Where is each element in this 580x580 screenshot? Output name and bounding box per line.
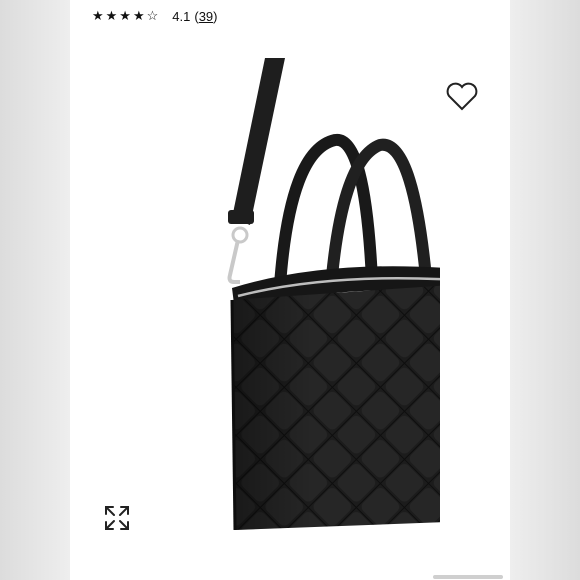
horizontal-scroll-indicator[interactable] [433, 575, 503, 579]
expand-arrows-icon [105, 506, 129, 530]
rating-summary: ★★★★☆ 4.1 (39) [92, 6, 218, 26]
star-rating-icon: ★★★★☆ [92, 8, 161, 23]
wishlist-button[interactable] [445, 82, 479, 112]
strap-hook-left [227, 210, 254, 284]
product-image[interactable] [140, 50, 440, 540]
heart-outline-icon [446, 82, 478, 111]
review-count-link[interactable]: 39 [199, 9, 213, 24]
rating-value: 4.1 [172, 8, 191, 24]
expand-image-button[interactable] [103, 504, 131, 532]
right-margin [510, 0, 580, 580]
left-margin [0, 0, 70, 580]
review-count: (39) [194, 8, 218, 24]
product-panel: ★★★★☆ 4.1 (39) [70, 0, 510, 580]
